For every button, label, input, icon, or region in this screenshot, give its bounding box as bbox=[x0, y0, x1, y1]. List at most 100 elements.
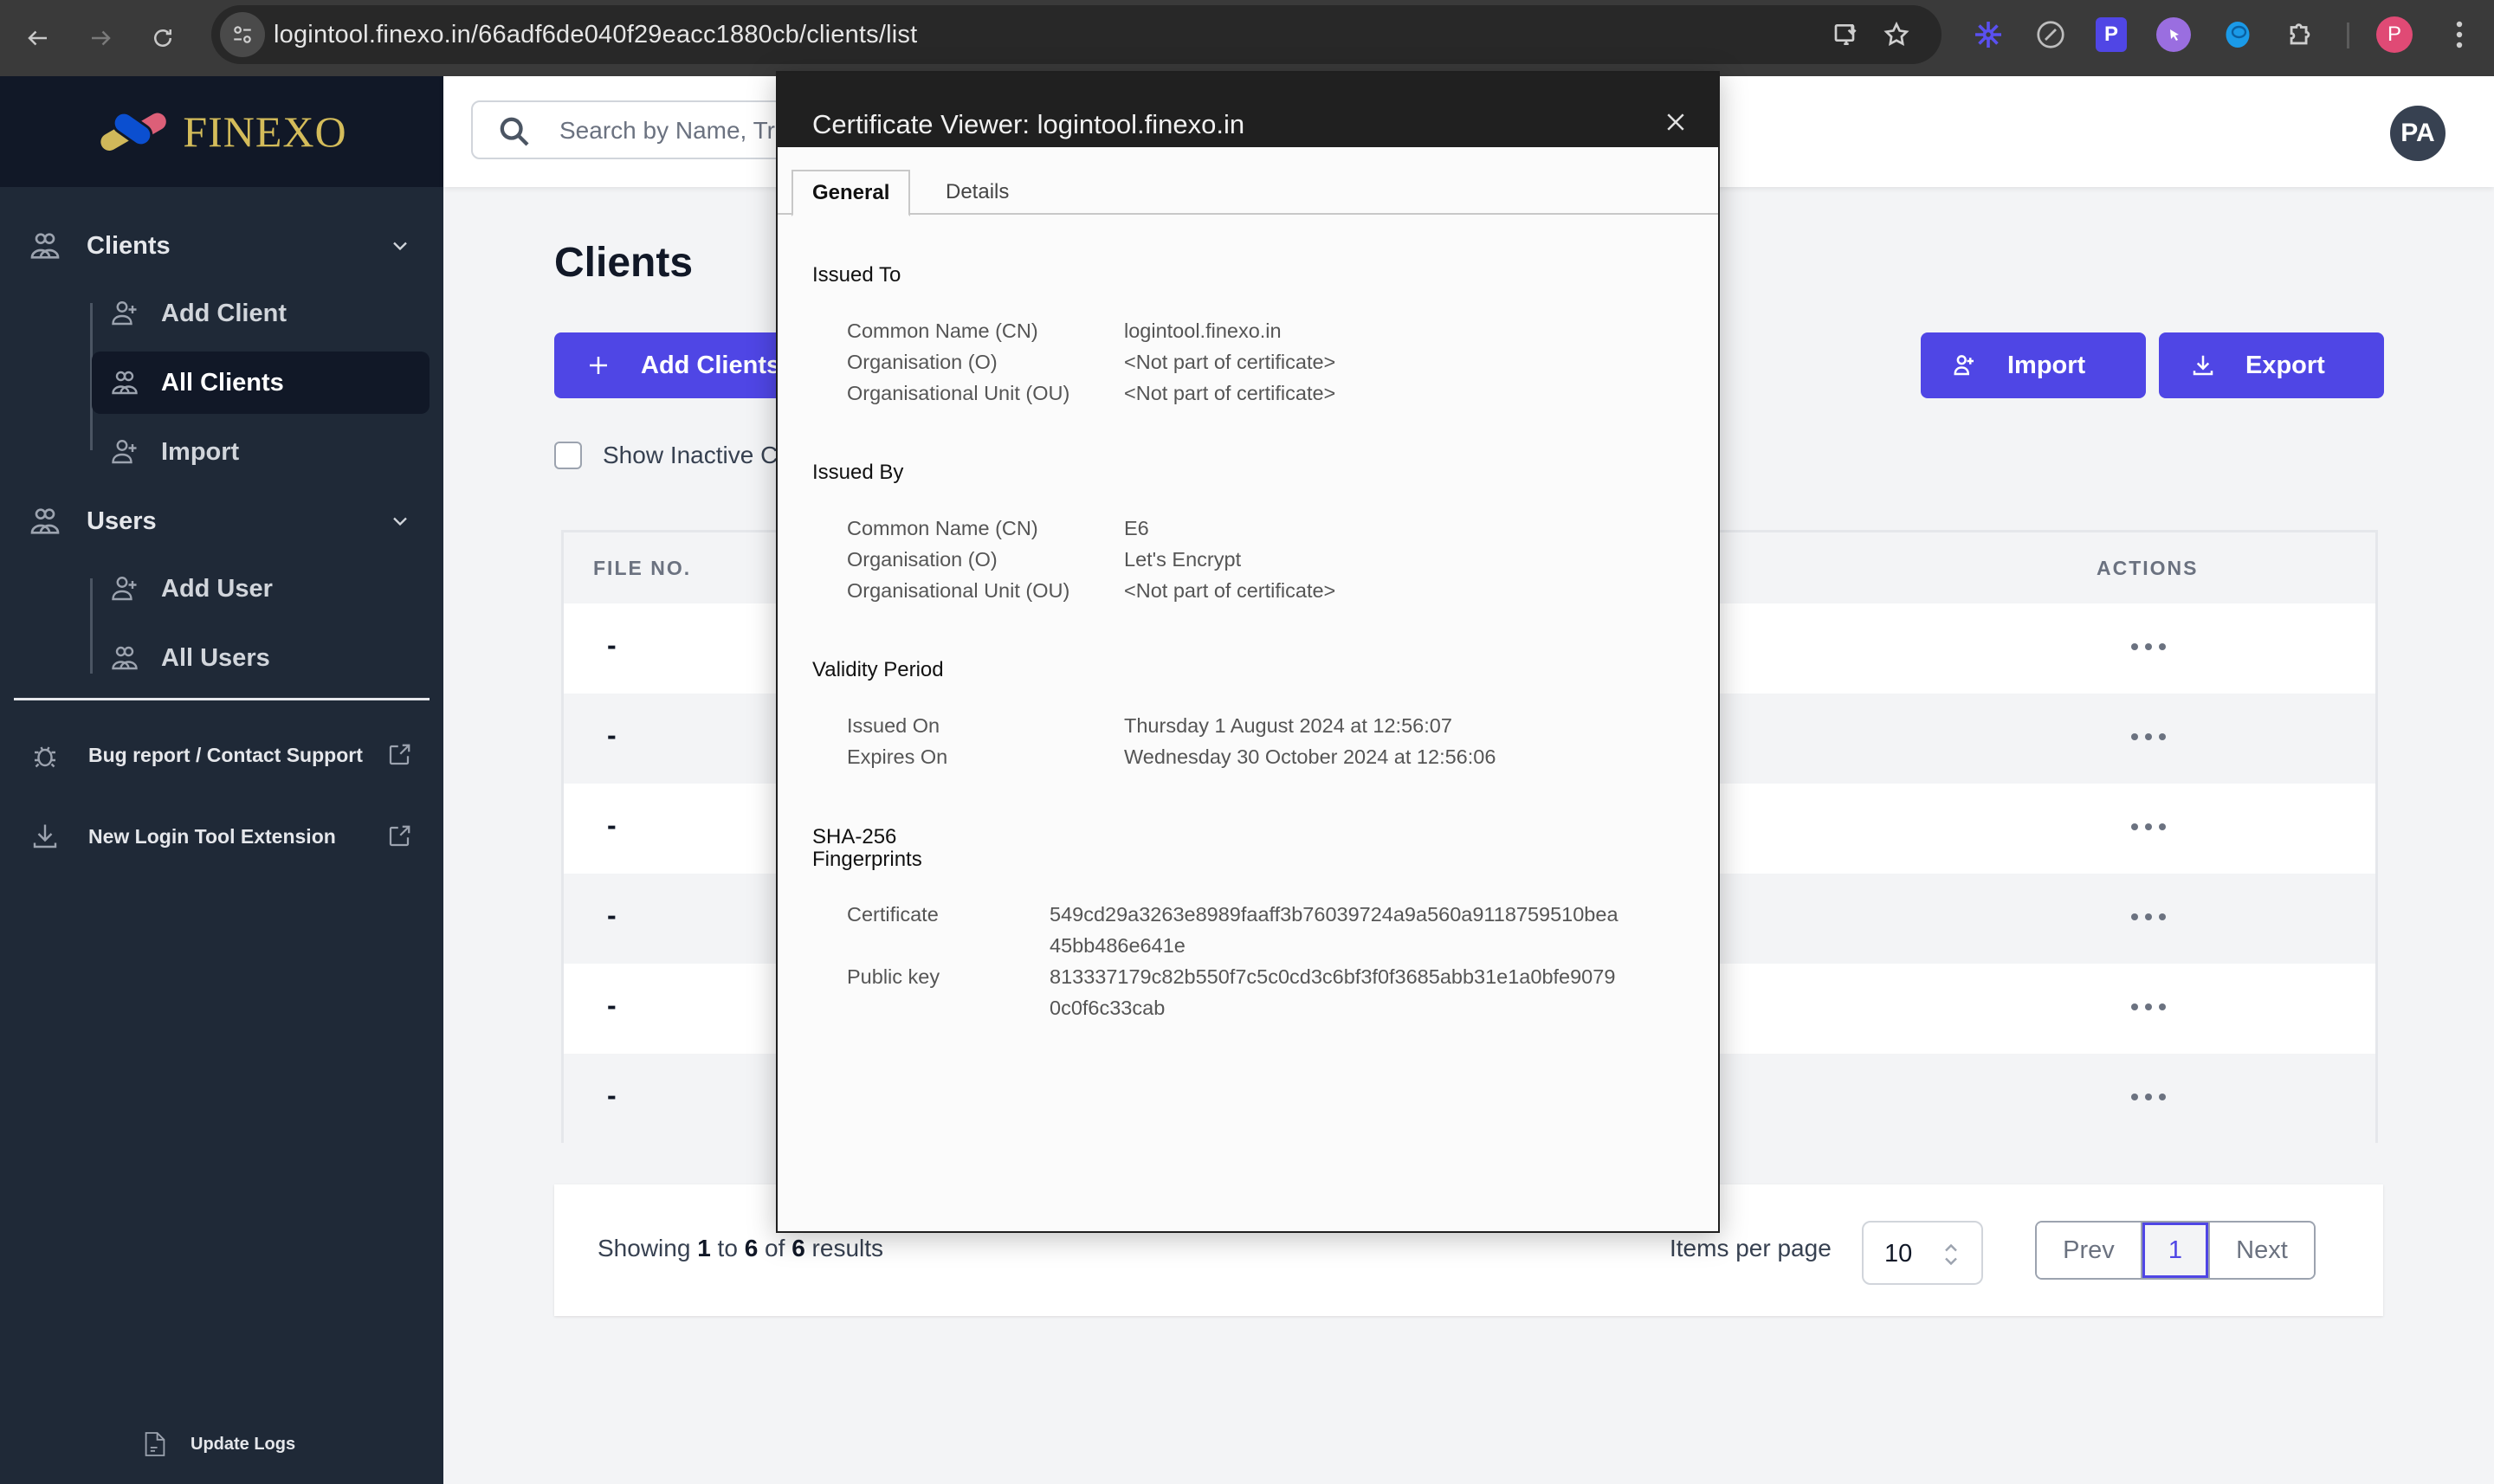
sidebar-item-add-client[interactable]: Add Client bbox=[92, 282, 430, 345]
import-button[interactable]: Import bbox=[1921, 332, 2146, 398]
sidebar-link-label: Bug report / Contact Support bbox=[88, 744, 363, 766]
certificate-fingerprint-line2: 45bb486e641e bbox=[1050, 934, 1186, 957]
more-horizontal-icon bbox=[2131, 733, 2166, 740]
fingerprints-heading-line2: Fingerprints bbox=[812, 848, 922, 871]
column-header-file-no[interactable]: FILE NO. bbox=[593, 557, 691, 580]
reload-button[interactable] bbox=[144, 19, 182, 57]
sidebar-item-add-user[interactable]: Add User bbox=[92, 558, 430, 620]
tab-details[interactable]: Details bbox=[927, 170, 1028, 215]
field-label: Common Name (CN) bbox=[847, 517, 1038, 539]
back-button[interactable] bbox=[19, 19, 57, 57]
summary-suffix: results bbox=[811, 1235, 884, 1261]
import-label: Import bbox=[2007, 351, 2086, 379]
sidebar-group-label: Users bbox=[87, 506, 157, 535]
sidebar-item-label: Import bbox=[161, 437, 240, 466]
p-extension-button[interactable]: P bbox=[2096, 17, 2127, 52]
field-label: Public key bbox=[847, 965, 940, 988]
extensions-menu-button[interactable] bbox=[2283, 17, 2317, 52]
user-plus-icon bbox=[112, 577, 137, 601]
install-app-button[interactable] bbox=[1829, 17, 1864, 52]
field-value: E6 bbox=[1124, 517, 1149, 539]
field-value: Let's Encrypt bbox=[1124, 548, 1242, 571]
browser-menu-button[interactable] bbox=[2442, 17, 2477, 52]
export-label: Export bbox=[2245, 351, 2325, 379]
arrow-left-icon bbox=[28, 30, 47, 46]
install-icon bbox=[1834, 24, 1857, 45]
row-actions-button[interactable] bbox=[2131, 908, 2166, 926]
profile-button[interactable]: P bbox=[2376, 16, 2413, 53]
public-key-fingerprint-line2: 0c0f6c33cab bbox=[1050, 997, 1166, 1019]
sidebar-item-all-users[interactable]: All Users bbox=[92, 627, 430, 689]
more-horizontal-icon bbox=[2131, 913, 2166, 920]
address-bar[interactable]: logintool.finexo.in/66adf6de040f29eacc18… bbox=[211, 5, 1942, 64]
next-page-button[interactable]: Next bbox=[2208, 1223, 2314, 1278]
dialog-title: Certificate Viewer: logintool.finexo.in bbox=[812, 109, 1245, 139]
shell-extension-button[interactable] bbox=[2220, 17, 2255, 52]
file-no-cell: - bbox=[607, 810, 617, 841]
fingerprints-heading: SHA-256 Fingerprints bbox=[812, 826, 922, 871]
puzzle-icon bbox=[2290, 23, 2310, 45]
sidebar-link-bug-report[interactable]: Bug report / Contact Support bbox=[14, 724, 430, 786]
sidebar-item-all-clients[interactable]: All Clients bbox=[92, 352, 430, 414]
download-icon bbox=[2193, 355, 2213, 376]
sidebar-item-import[interactable]: Import bbox=[92, 421, 430, 483]
items-per-page-label: Items per page bbox=[1670, 1235, 1832, 1261]
dialog-tabs: General Details bbox=[778, 170, 1718, 216]
users-icon bbox=[112, 646, 138, 670]
sidebar-item-label: All Users bbox=[161, 643, 270, 672]
page-1-button[interactable]: 1 bbox=[2142, 1223, 2208, 1278]
row-actions-button[interactable] bbox=[2131, 998, 2166, 1016]
external-link-icon bbox=[389, 825, 410, 847]
export-button[interactable]: Export bbox=[2159, 332, 2384, 398]
sidebar-item-label: Add User bbox=[161, 574, 273, 603]
user-avatar[interactable]: PA bbox=[2390, 106, 2446, 161]
star-icon bbox=[1883, 21, 1909, 46]
external-link-icon bbox=[389, 744, 410, 765]
issued-to-heading: Issued To bbox=[812, 263, 901, 287]
sidebar-group-users[interactable]: Users bbox=[14, 490, 430, 552]
sidebar-link-login-extension[interactable]: New Login Tool Extension bbox=[14, 812, 430, 861]
close-icon[interactable] bbox=[1663, 109, 1689, 135]
cursor-extension-button[interactable] bbox=[2156, 17, 2191, 52]
prev-page-button[interactable]: Prev bbox=[2037, 1223, 2142, 1278]
snowflake-icon bbox=[1975, 22, 2001, 48]
more-horizontal-icon bbox=[2131, 643, 2166, 650]
updown-chevron-icon bbox=[1945, 1243, 1957, 1266]
field-value: Wednesday 30 October 2024 at 12:56:06 bbox=[1124, 745, 1496, 768]
row-actions-button[interactable] bbox=[2131, 818, 2166, 836]
items-per-page-select[interactable]: 10 bbox=[1862, 1221, 1983, 1285]
tune-icon bbox=[234, 26, 251, 43]
sidebar-group-clients[interactable]: Clients bbox=[14, 215, 430, 277]
row-actions-button[interactable] bbox=[2131, 638, 2166, 655]
summary-total: 6 bbox=[791, 1235, 805, 1261]
row-actions-button[interactable] bbox=[2131, 728, 2166, 745]
logo[interactable]: FINEXO bbox=[0, 76, 443, 187]
file-no-cell: - bbox=[607, 990, 617, 1021]
update-logs-label: Update Logs bbox=[191, 1434, 296, 1454]
snowflake-extension-button[interactable] bbox=[1971, 17, 2006, 52]
compass-extension-button[interactable] bbox=[2033, 17, 2068, 52]
reload-icon bbox=[154, 29, 171, 47]
page-title: Clients bbox=[554, 240, 694, 286]
bookmark-button[interactable] bbox=[1879, 17, 1914, 52]
compass-icon bbox=[2037, 21, 2064, 48]
tab-general[interactable]: General bbox=[791, 170, 911, 216]
field-label: Organisation (O) bbox=[847, 351, 998, 373]
chevron-down-icon bbox=[393, 242, 407, 251]
bug-icon bbox=[35, 746, 55, 768]
more-horizontal-icon bbox=[2131, 1094, 2166, 1100]
toolbar-separator bbox=[2347, 23, 2349, 48]
p-extension-icon: P bbox=[2103, 23, 2118, 46]
chevron-down-icon bbox=[393, 517, 407, 526]
public-key-fingerprint-line1: 813337179c82b550f7c5c0cd3c6bf3f0f3685abb… bbox=[1050, 965, 1616, 988]
site-info-button[interactable] bbox=[220, 12, 265, 57]
add-clients-button[interactable]: Add Clients bbox=[554, 332, 814, 398]
url-text[interactable]: logintool.finexo.in/66adf6de040f29eacc18… bbox=[274, 21, 917, 49]
user-plus-icon bbox=[112, 301, 137, 326]
forward-button[interactable] bbox=[81, 19, 120, 57]
users-icon bbox=[112, 371, 138, 395]
row-actions-button[interactable] bbox=[2131, 1088, 2166, 1106]
show-inactive-checkbox[interactable] bbox=[554, 442, 582, 469]
certificate-viewer-dialog: Certificate Viewer: logintool.finexo.in … bbox=[776, 71, 1720, 1233]
update-logs-link[interactable]: Update Logs bbox=[144, 1430, 295, 1458]
